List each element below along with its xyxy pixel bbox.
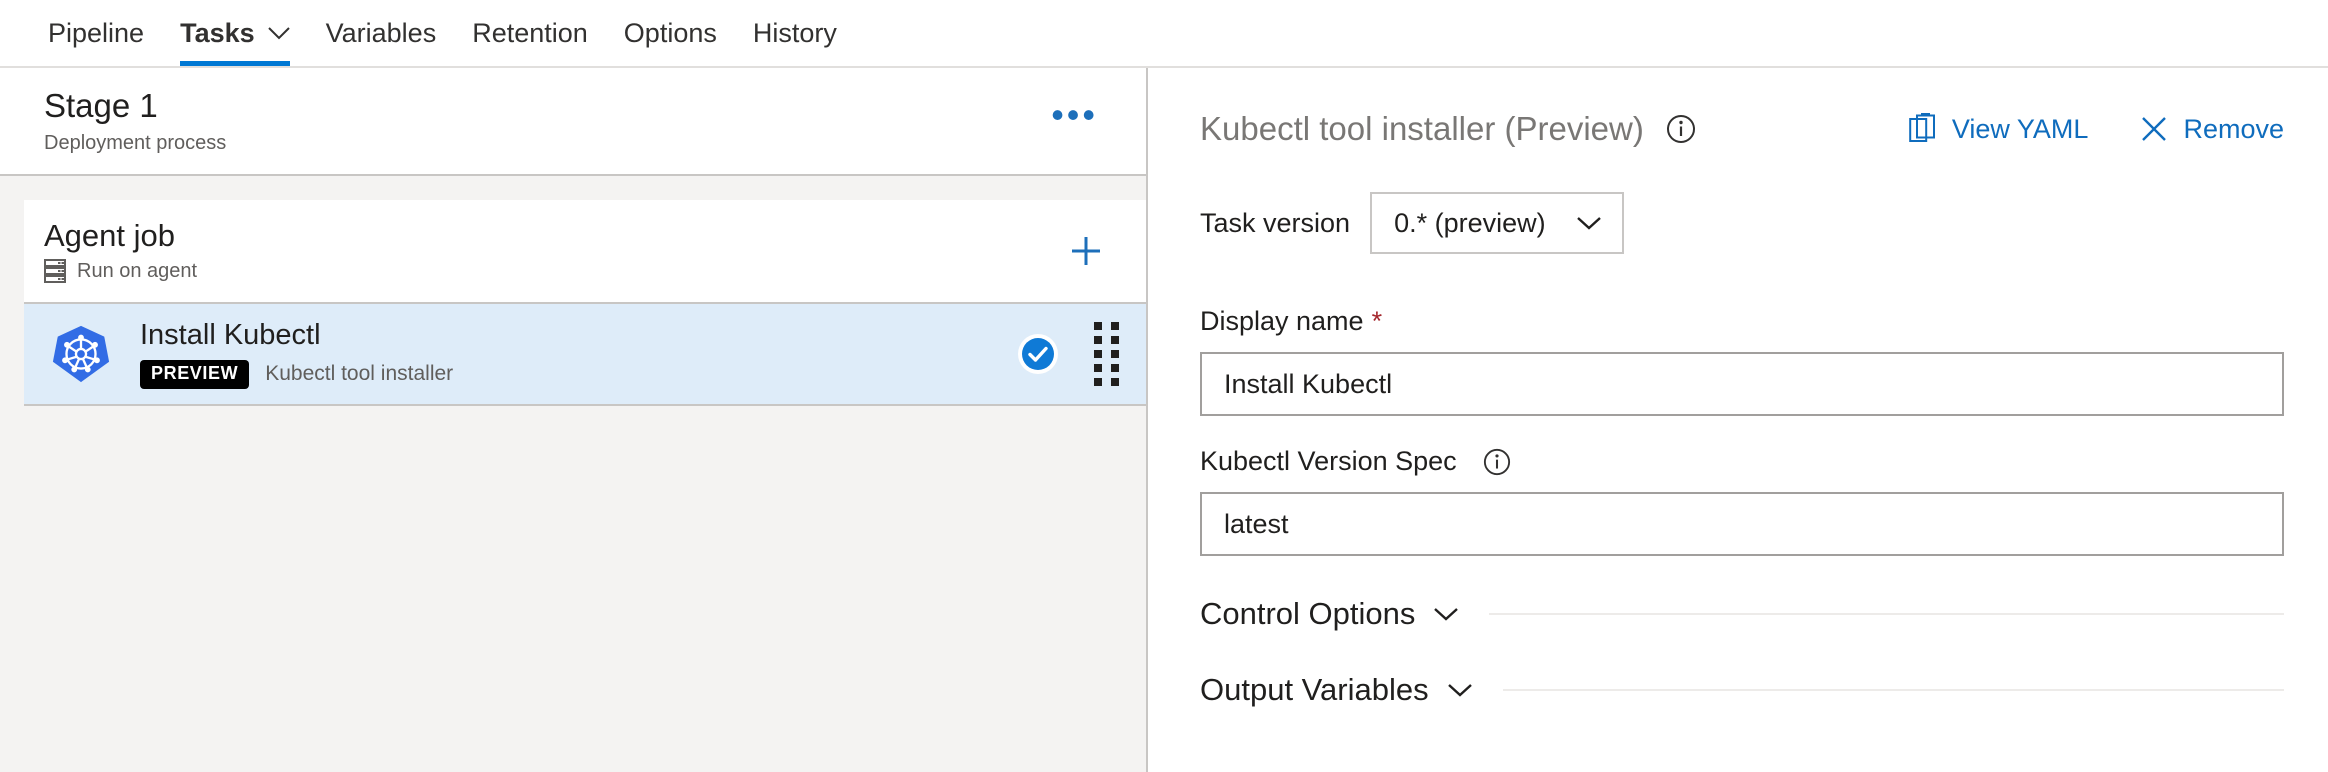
task-description: Kubectl tool installer: [265, 362, 454, 386]
version-spec-input[interactable]: [1200, 492, 2284, 556]
task-version-label: Task version: [1200, 207, 1351, 238]
task-version-select[interactable]: 0.* (preview): [1370, 192, 1624, 254]
display-name-input[interactable]: [1200, 352, 2284, 416]
display-name-field: Display name *: [1200, 306, 2328, 416]
section-divider: [1502, 689, 2284, 691]
ellipsis-icon[interactable]: •••: [1037, 96, 1112, 146]
version-spec-label: Kubectl Version Spec: [1200, 446, 2284, 477]
agent-job-subtitle-row: Run on agent: [44, 259, 1056, 284]
task-row[interactable]: Install Kubectl PREVIEW Kubectl tool ins…: [24, 302, 1146, 406]
check-circle-icon: [1016, 332, 1060, 376]
chevron-down-icon: [1447, 682, 1473, 698]
tasks-editor-layout: Stage 1 Deployment process ••• Agent job: [0, 68, 2328, 772]
label-text: Display name: [1200, 306, 1364, 336]
agent-job-row[interactable]: Agent job Run on agent: [24, 200, 1146, 302]
tab-options[interactable]: Options: [606, 0, 735, 66]
plus-icon[interactable]: [1056, 221, 1116, 281]
page-title: Kubectl tool installer (Preview): [1200, 110, 1644, 147]
close-x-icon: [2140, 115, 2168, 143]
section-divider: [1489, 613, 2284, 615]
tab-pipeline[interactable]: Pipeline: [30, 0, 162, 66]
task-actions: View YAML Remove: [1909, 112, 2284, 145]
kubernetes-icon: [50, 323, 112, 385]
task-details-pane: Kubectl tool installer (Preview) View YA…: [1148, 68, 2328, 772]
tab-label: Tasks: [180, 17, 255, 48]
pipeline-tab-bar: Pipeline Tasks Variables Retention Optio…: [0, 0, 2328, 68]
required-indicator: *: [1371, 306, 1383, 336]
tab-label: Pipeline: [48, 17, 145, 48]
info-icon[interactable]: [1666, 114, 1696, 144]
agent-job-subtitle: Run on agent: [77, 259, 198, 282]
agent-job-text: Agent job Run on agent: [44, 217, 1056, 284]
task-version-row: Task version 0.* (preview): [1200, 192, 2328, 254]
section-output-variables[interactable]: Output Variables: [1200, 672, 2328, 708]
task-subtitle-row: PREVIEW Kubectl tool installer: [140, 359, 1016, 389]
label-text: Kubectl Version Spec: [1200, 446, 1457, 476]
tab-variables[interactable]: Variables: [308, 0, 455, 66]
task-version-value: 0.* (preview): [1394, 207, 1546, 238]
section-title: Output Variables: [1200, 672, 1429, 707]
tab-label: History: [752, 17, 837, 48]
tab-retention[interactable]: Retention: [454, 0, 606, 66]
section-control-options[interactable]: Control Options: [1200, 596, 2328, 632]
remove-button[interactable]: Remove: [2140, 114, 2284, 145]
tab-label: Variables: [325, 17, 437, 48]
status-badge: PREVIEW: [140, 359, 250, 389]
version-spec-field: Kubectl Version Spec: [1200, 446, 2328, 556]
task-details-header: Kubectl tool installer (Preview) View YA…: [1200, 110, 2328, 148]
agent-job-title: Agent job: [44, 217, 175, 253]
pane-spacer: [0, 176, 1146, 200]
chevron-down-icon: [267, 26, 290, 40]
chevron-down-icon: [1433, 606, 1459, 622]
info-icon[interactable]: [1483, 448, 1511, 476]
clipboard-icon: [1909, 112, 1937, 145]
display-name-label: Display name *: [1200, 306, 2284, 337]
view-yaml-button[interactable]: View YAML: [1909, 112, 2089, 145]
stage-title: Stage 1: [44, 87, 158, 125]
action-label: Remove: [2183, 113, 2284, 144]
chevron-down-icon: [1576, 215, 1602, 231]
section-title: Control Options: [1200, 596, 1416, 631]
stage-subtitle: Deployment process: [44, 131, 227, 154]
tab-label: Options: [623, 17, 717, 48]
pipeline-tree-pane: Stage 1 Deployment process ••• Agent job: [0, 68, 1148, 772]
tab-history[interactable]: History: [735, 0, 855, 66]
task-row-text: Install Kubectl PREVIEW Kubectl tool ins…: [140, 319, 1016, 389]
task-title: Install Kubectl: [140, 319, 321, 352]
action-label: View YAML: [1951, 113, 2089, 144]
drag-handle-icon[interactable]: [1094, 322, 1120, 386]
stage-header-text: Stage 1 Deployment process: [44, 87, 1037, 155]
server-rack-icon: [44, 259, 66, 284]
tab-label: Retention: [472, 17, 588, 48]
tab-tasks[interactable]: Tasks: [162, 0, 308, 66]
tab-active-indicator: [180, 61, 290, 66]
stage-header[interactable]: Stage 1 Deployment process •••: [0, 68, 1146, 176]
